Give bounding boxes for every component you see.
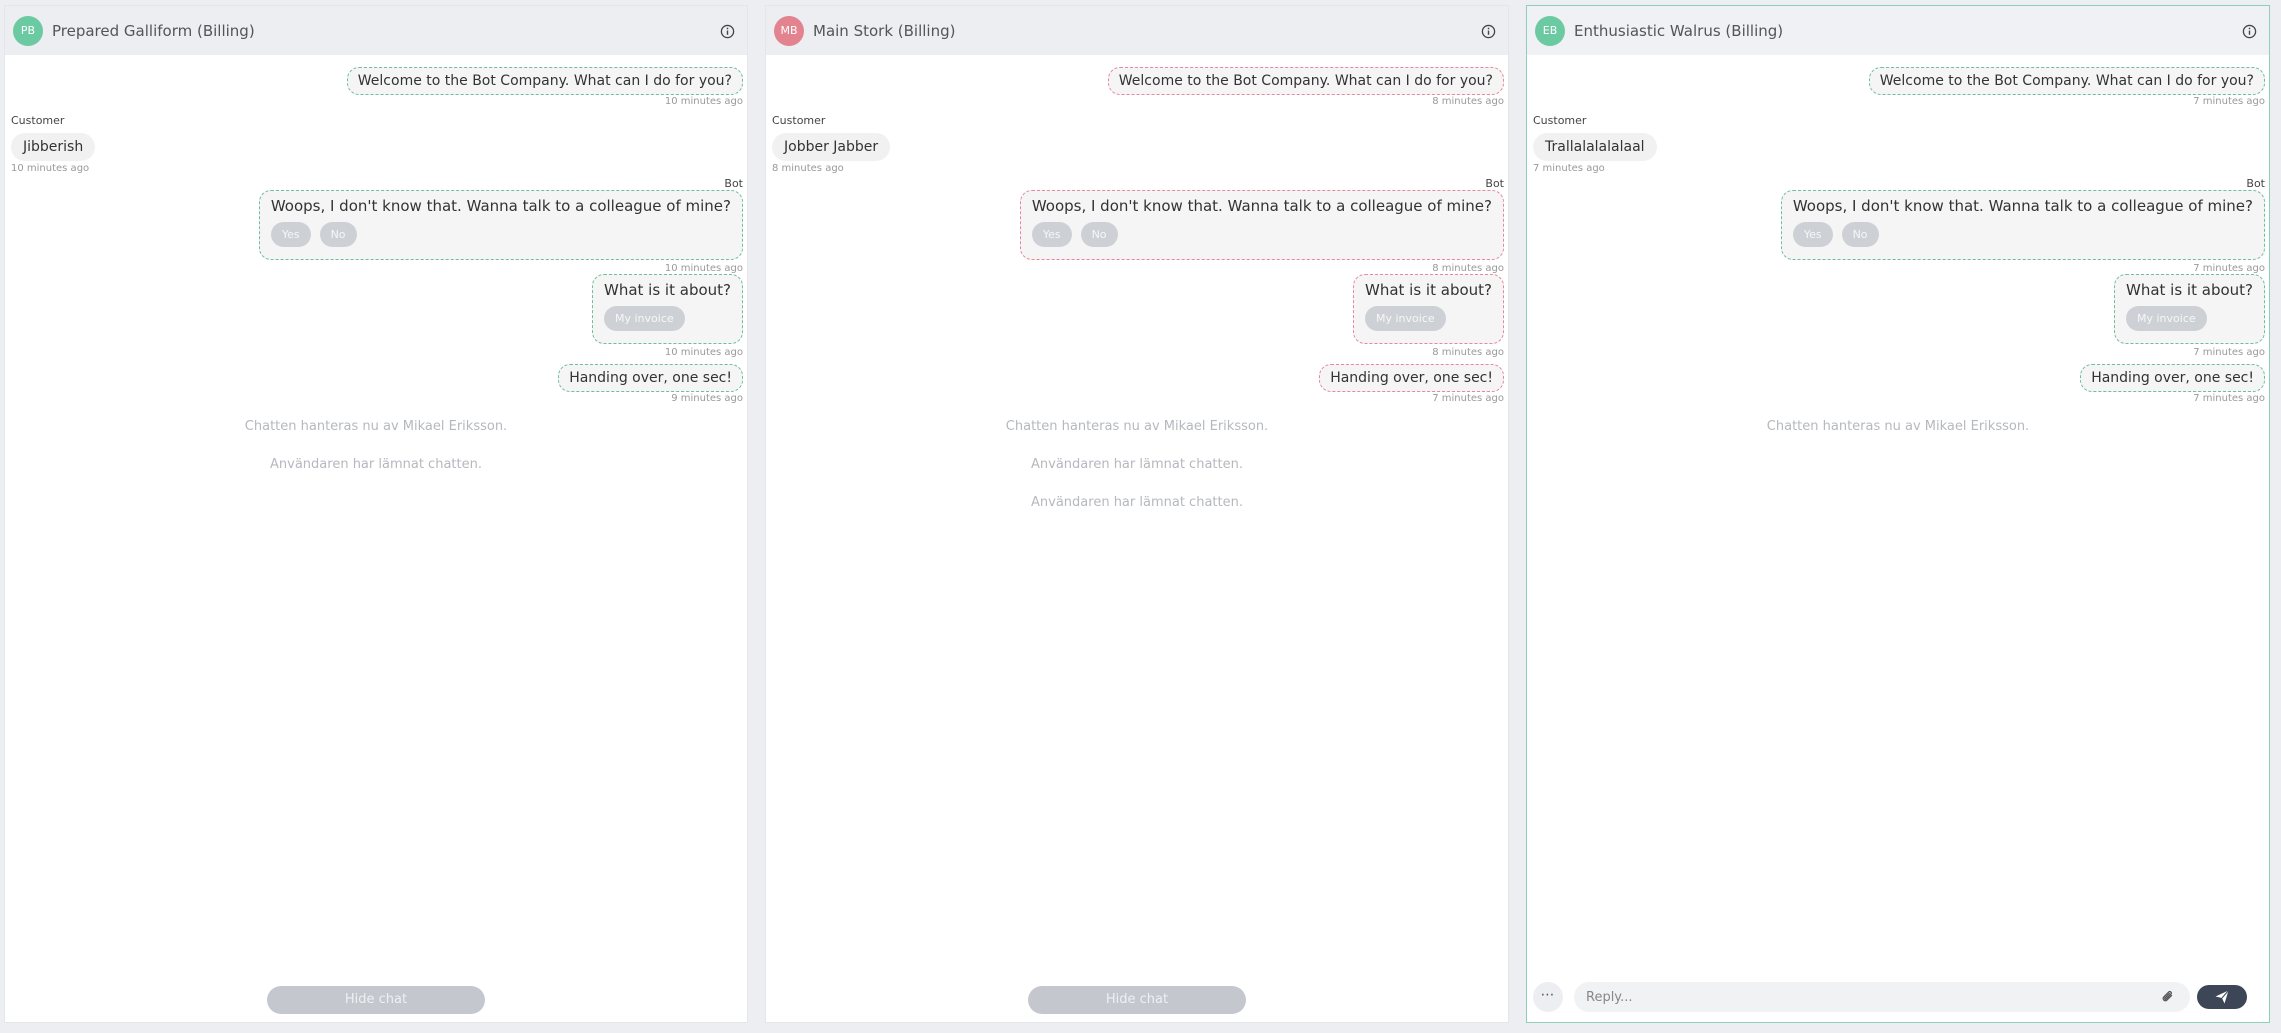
chat-panel-2: MB Main Stork (Billing) Welcome to the B… — [765, 5, 1509, 1023]
more-horizontal-icon: ⋯ — [1540, 987, 1556, 1003]
bot-message-fallback: Woops, I don't know that. Wanna talk to … — [1780, 190, 2265, 260]
quick-reply-invoice-button[interactable]: My invoice — [1365, 306, 1446, 331]
bubble-text: What is it about? — [604, 281, 731, 299]
bubble-text: Woops, I don't know that. Wanna talk to … — [1792, 197, 2253, 215]
bot-message-handover: Handing over, one sec! — [558, 364, 743, 392]
message-time: 10 minutes ago — [664, 263, 743, 274]
bot-message-handover: Handing over, one sec! — [2080, 364, 2265, 392]
chat-header: PB Prepared Galliform (Billing) — [5, 6, 747, 55]
customer-message: Jobber Jabber — [772, 133, 891, 161]
paper-plane-icon — [2215, 990, 2229, 1004]
message-time: 7 minutes ago — [2193, 263, 2265, 274]
avatar: EB — [1535, 16, 1565, 46]
quick-reply-invoice-button[interactable]: My invoice — [604, 306, 685, 331]
bot-message-fallback: Woops, I don't know that. Wanna talk to … — [258, 190, 743, 260]
message-time: 8 minutes ago — [1432, 263, 1504, 274]
quick-replies: Yes No — [1792, 222, 2253, 247]
bot-message-about: What is it about? My invoice — [592, 274, 743, 344]
chat-title: Prepared Galliform (Billing) — [52, 22, 255, 40]
bot-message-about: What is it about? My invoice — [2114, 274, 2265, 344]
bot-message-handover: Handing over, one sec! — [1319, 364, 1504, 392]
avatar: MB — [774, 16, 804, 46]
bubble-text: What is it about? — [2126, 281, 2253, 299]
sender-label-customer: Customer — [772, 114, 826, 127]
message-time: 7 minutes ago — [2193, 96, 2265, 107]
reply-composer: ⋯ — [1527, 976, 2269, 1022]
system-message: Chatten hanteras nu av Mikael Eriksson. — [244, 419, 508, 434]
quick-replies: Yes No — [270, 222, 731, 247]
message-time: 10 minutes ago — [11, 163, 90, 174]
system-message: Chatten hanteras nu av Mikael Eriksson. — [1766, 419, 2030, 434]
info-icon[interactable] — [720, 24, 735, 39]
system-message: Användaren har lämnat chatten. — [1031, 457, 1243, 472]
sender-label-bot: Bot — [1485, 177, 1504, 190]
customer-message: Jibberish — [11, 133, 96, 161]
bot-message-welcome: Welcome to the Bot Company. What can I d… — [1868, 67, 2265, 95]
reply-input[interactable] — [1574, 982, 2190, 1012]
quick-reply-yes-button[interactable]: Yes — [270, 222, 311, 247]
sender-label-bot: Bot — [2246, 177, 2265, 190]
chat-panel-3: EB Enthusiastic Walrus (Billing) Welcome… — [1526, 5, 2270, 1023]
sender-label-customer: Customer — [1533, 114, 1587, 127]
bot-message-welcome: Welcome to the Bot Company. What can I d… — [1107, 67, 1504, 95]
quick-reply-no-button[interactable]: No — [1841, 222, 1879, 247]
message-time: 7 minutes ago — [2193, 347, 2265, 358]
sender-label-bot: Bot — [724, 177, 743, 190]
message-time: 8 minutes ago — [1432, 96, 1504, 107]
send-button[interactable] — [2197, 985, 2247, 1009]
hide-chat-button[interactable]: Hide chat — [1028, 986, 1246, 1014]
chat-title: Enthusiastic Walrus (Billing) — [1574, 22, 1784, 40]
chat-title: Main Stork (Billing) — [813, 22, 956, 40]
message-time: 7 minutes ago — [2193, 393, 2265, 404]
hide-chat-button[interactable]: Hide chat — [267, 986, 485, 1014]
info-icon[interactable] — [1481, 24, 1496, 39]
bubble-text: Woops, I don't know that. Wanna talk to … — [1031, 197, 1492, 215]
avatar: PB — [13, 16, 43, 46]
quick-replies: My invoice — [604, 306, 731, 331]
bot-message-about: What is it about? My invoice — [1353, 274, 1504, 344]
bot-message-fallback: Woops, I don't know that. Wanna talk to … — [1019, 190, 1504, 260]
quick-reply-no-button[interactable]: No — [1080, 222, 1118, 247]
quick-replies: My invoice — [2126, 306, 2253, 331]
paperclip-icon[interactable] — [2160, 989, 2176, 1005]
quick-reply-invoice-button[interactable]: My invoice — [2126, 306, 2207, 331]
quick-replies: Yes No — [1031, 222, 1492, 247]
message-time: 9 minutes ago — [671, 393, 743, 404]
chat-panel-1: PB Prepared Galliform (Billing) Welcome … — [4, 5, 748, 1023]
message-time: 7 minutes ago — [1533, 163, 1605, 174]
chat-header: MB Main Stork (Billing) — [766, 6, 1508, 55]
system-message: Användaren har lämnat chatten. — [1031, 495, 1243, 510]
message-time: 10 minutes ago — [664, 347, 743, 358]
message-time: 7 minutes ago — [1432, 393, 1504, 404]
system-message: Chatten hanteras nu av Mikael Eriksson. — [1005, 419, 1269, 434]
more-options-button[interactable]: ⋯ — [1533, 982, 1563, 1012]
bot-message-welcome: Welcome to the Bot Company. What can I d… — [346, 67, 743, 95]
sender-label-customer: Customer — [11, 114, 65, 127]
quick-reply-yes-button[interactable]: Yes — [1792, 222, 1833, 247]
message-time: 8 minutes ago — [1432, 347, 1504, 358]
info-icon[interactable] — [2242, 24, 2257, 39]
quick-reply-yes-button[interactable]: Yes — [1031, 222, 1072, 247]
bubble-text: Woops, I don't know that. Wanna talk to … — [270, 197, 731, 215]
message-time: 8 minutes ago — [772, 163, 844, 174]
quick-replies: My invoice — [1365, 306, 1492, 331]
customer-message: Trallalalalalaal — [1533, 133, 1657, 161]
quick-reply-no-button[interactable]: No — [319, 222, 357, 247]
chat-header: EB Enthusiastic Walrus (Billing) — [1527, 6, 2269, 55]
system-message: Användaren har lämnat chatten. — [270, 457, 482, 472]
bubble-text: What is it about? — [1365, 281, 1492, 299]
message-time: 10 minutes ago — [664, 96, 743, 107]
